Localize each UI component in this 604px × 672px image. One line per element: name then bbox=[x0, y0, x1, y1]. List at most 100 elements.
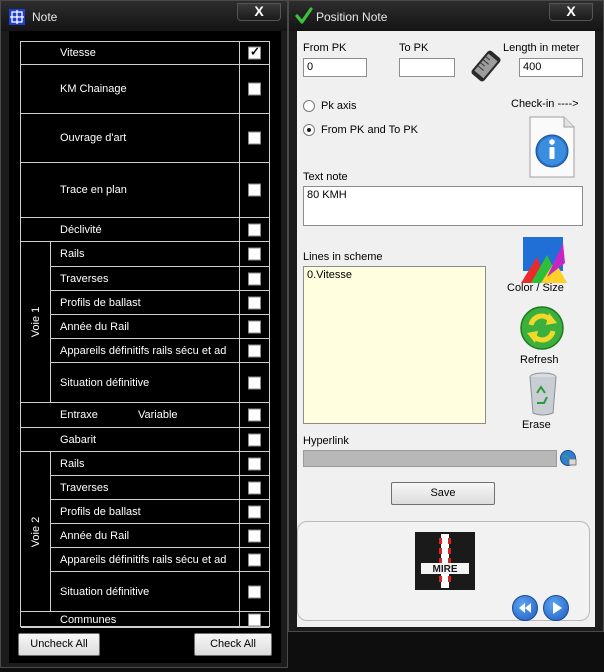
checkin-label: Check-in ----> bbox=[511, 98, 579, 110]
length-input[interactable]: 400 bbox=[519, 58, 583, 77]
note-row[interactable]: Rails bbox=[51, 242, 269, 267]
pk-axis-radio[interactable] bbox=[303, 100, 315, 112]
note-row[interactable]: Profils de ballast bbox=[51, 500, 269, 524]
note-row[interactable]: Profils de ballast bbox=[51, 291, 269, 315]
note-row-checkbox[interactable] bbox=[248, 408, 261, 422]
note-row-checkbox[interactable] bbox=[248, 131, 261, 145]
recycle-bin-icon[interactable] bbox=[527, 371, 559, 417]
note-row-checkbox[interactable] bbox=[248, 433, 261, 446]
note-row-checkbox[interactable] bbox=[248, 320, 261, 333]
note-row-label: KM Chainage bbox=[60, 83, 127, 95]
note-row[interactable]: Situation définitive bbox=[51, 363, 269, 403]
previous-button[interactable] bbox=[512, 595, 538, 621]
position-close-button[interactable]: X bbox=[549, 3, 593, 21]
note-row[interactable]: Trace en plan bbox=[21, 163, 269, 218]
hyperlink-input[interactable] bbox=[303, 450, 557, 467]
note-row-checkbox[interactable] bbox=[248, 529, 261, 542]
checkbox-cell bbox=[239, 500, 269, 523]
save-button[interactable]: Save bbox=[391, 482, 495, 505]
checkbox-cell bbox=[239, 428, 269, 451]
check-in-info-icon[interactable] bbox=[528, 115, 576, 179]
note-row-label: Année du Rail bbox=[60, 320, 130, 333]
note-titlebar[interactable]: Note X bbox=[1, 1, 287, 31]
check-all-button[interactable]: Check All bbox=[194, 633, 272, 656]
note-row[interactable]: Année du Rail bbox=[51, 315, 269, 339]
note-row-label: Profils de ballast bbox=[60, 505, 141, 518]
note-row-checkbox[interactable] bbox=[248, 613, 261, 626]
note-row-extra: Variable bbox=[138, 409, 178, 421]
note-row[interactable]: KM Chainage bbox=[21, 65, 269, 114]
checkbox-cell bbox=[239, 476, 269, 499]
note-row[interactable]: Situation définitive bbox=[51, 572, 269, 612]
note-row-checkbox[interactable] bbox=[248, 272, 261, 285]
note-row[interactable]: Rails bbox=[51, 452, 269, 476]
ruler-icon[interactable] bbox=[469, 49, 503, 83]
pk-axis-label: Pk axis bbox=[321, 100, 357, 112]
note-row-checkbox[interactable] bbox=[248, 247, 261, 261]
position-client: From PK 0 To PK Length in meter 400 Pk a… bbox=[297, 31, 595, 627]
refresh-icon[interactable] bbox=[519, 305, 565, 351]
note-close-button[interactable]: X bbox=[237, 3, 281, 21]
note-row-checkbox[interactable] bbox=[248, 457, 261, 470]
note-row-checkbox[interactable] bbox=[248, 505, 261, 518]
mire-logo-text: MIRE bbox=[433, 564, 458, 575]
note-row[interactable]: Entraxe Variable bbox=[21, 403, 269, 428]
note-client: Vitesse KM Chainage Ouvrage d'art Trace en … bbox=[9, 31, 281, 663]
checkbox-cell bbox=[239, 242, 269, 266]
position-note-window: Position Note X From PK 0 To PK Length i… bbox=[288, 0, 604, 632]
note-row[interactable]: Vitesse bbox=[21, 42, 269, 65]
note-row-checkbox[interactable] bbox=[248, 45, 261, 60]
lines-list-item[interactable]: 0.Vitesse bbox=[307, 269, 482, 281]
note-row[interactable]: Traverses bbox=[51, 267, 269, 291]
note-row-checkbox[interactable] bbox=[248, 481, 261, 494]
note-row[interactable]: Appareils définitifs rails sécu et ad bbox=[51, 548, 269, 572]
note-row[interactable]: Appareils définitifs rails sécu et ad bbox=[51, 339, 269, 363]
from-to-pk-radio[interactable] bbox=[303, 124, 315, 136]
note-row[interactable]: Déclivité bbox=[21, 218, 269, 242]
checkbox-cell bbox=[239, 163, 269, 217]
note-row-label: Communes bbox=[60, 613, 117, 626]
note-row-checkbox[interactable] bbox=[248, 553, 261, 566]
note-row-checkbox[interactable] bbox=[248, 82, 261, 96]
checkbox-cell bbox=[239, 315, 269, 338]
uncheck-all-button[interactable]: Uncheck All bbox=[18, 633, 100, 656]
next-button[interactable] bbox=[543, 595, 569, 621]
checkbox-cell bbox=[239, 612, 269, 627]
note-row-checkbox[interactable] bbox=[248, 223, 261, 236]
note-row-label: Situation définitive bbox=[60, 376, 150, 389]
note-row[interactable]: Année du Rail bbox=[51, 524, 269, 548]
note-window: Note X Vitesse KM Chainage Ouvrage d'art Tr… bbox=[0, 0, 288, 668]
lines-in-scheme-list[interactable]: 0.Vitesse bbox=[303, 266, 486, 424]
note-row-label: Entraxe bbox=[60, 409, 98, 421]
note-row[interactable]: Gabarit bbox=[21, 428, 269, 452]
note-row-checkbox[interactable] bbox=[248, 585, 261, 598]
note-row[interactable]: Ouvrage d'art bbox=[21, 114, 269, 163]
checkbox-cell bbox=[239, 42, 269, 64]
note-row-label: Déclivité bbox=[60, 223, 102, 236]
from-pk-input[interactable]: 0 bbox=[303, 58, 367, 77]
globe-link-icon[interactable] bbox=[559, 449, 577, 467]
group-label-cell: Voie 1 bbox=[21, 242, 51, 403]
note-row[interactable]: Traverses bbox=[51, 476, 269, 500]
note-row-checkbox[interactable] bbox=[248, 376, 261, 389]
app-grid-icon bbox=[9, 9, 25, 25]
position-titlebar[interactable]: Position Note X bbox=[289, 1, 603, 31]
text-note-input[interactable]: 80 KMH bbox=[303, 186, 583, 226]
note-row-label: Traverses bbox=[60, 481, 109, 494]
note-row-label: Appareils définitifs rails sécu et ad bbox=[60, 344, 227, 357]
note-row-checkbox[interactable] bbox=[248, 344, 261, 357]
checkbox-cell bbox=[239, 65, 269, 113]
note-row-label: Trace en plan bbox=[60, 184, 127, 196]
note-row-label: Année du Rail bbox=[60, 529, 130, 542]
to-pk-input[interactable] bbox=[399, 58, 455, 77]
length-label: Length in meter bbox=[503, 42, 580, 54]
erase-label: Erase bbox=[522, 419, 551, 431]
note-row[interactable]: Communes bbox=[21, 612, 269, 628]
group-label: Voie 2 bbox=[29, 516, 42, 547]
mire-logo: MIRE bbox=[415, 532, 475, 590]
note-row-checkbox[interactable] bbox=[248, 296, 261, 309]
note-row-checkbox[interactable] bbox=[248, 183, 261, 197]
color-palette-icon[interactable] bbox=[517, 233, 569, 285]
hyperlink-label: Hyperlink bbox=[303, 435, 349, 447]
checkbox-cell bbox=[239, 524, 269, 547]
